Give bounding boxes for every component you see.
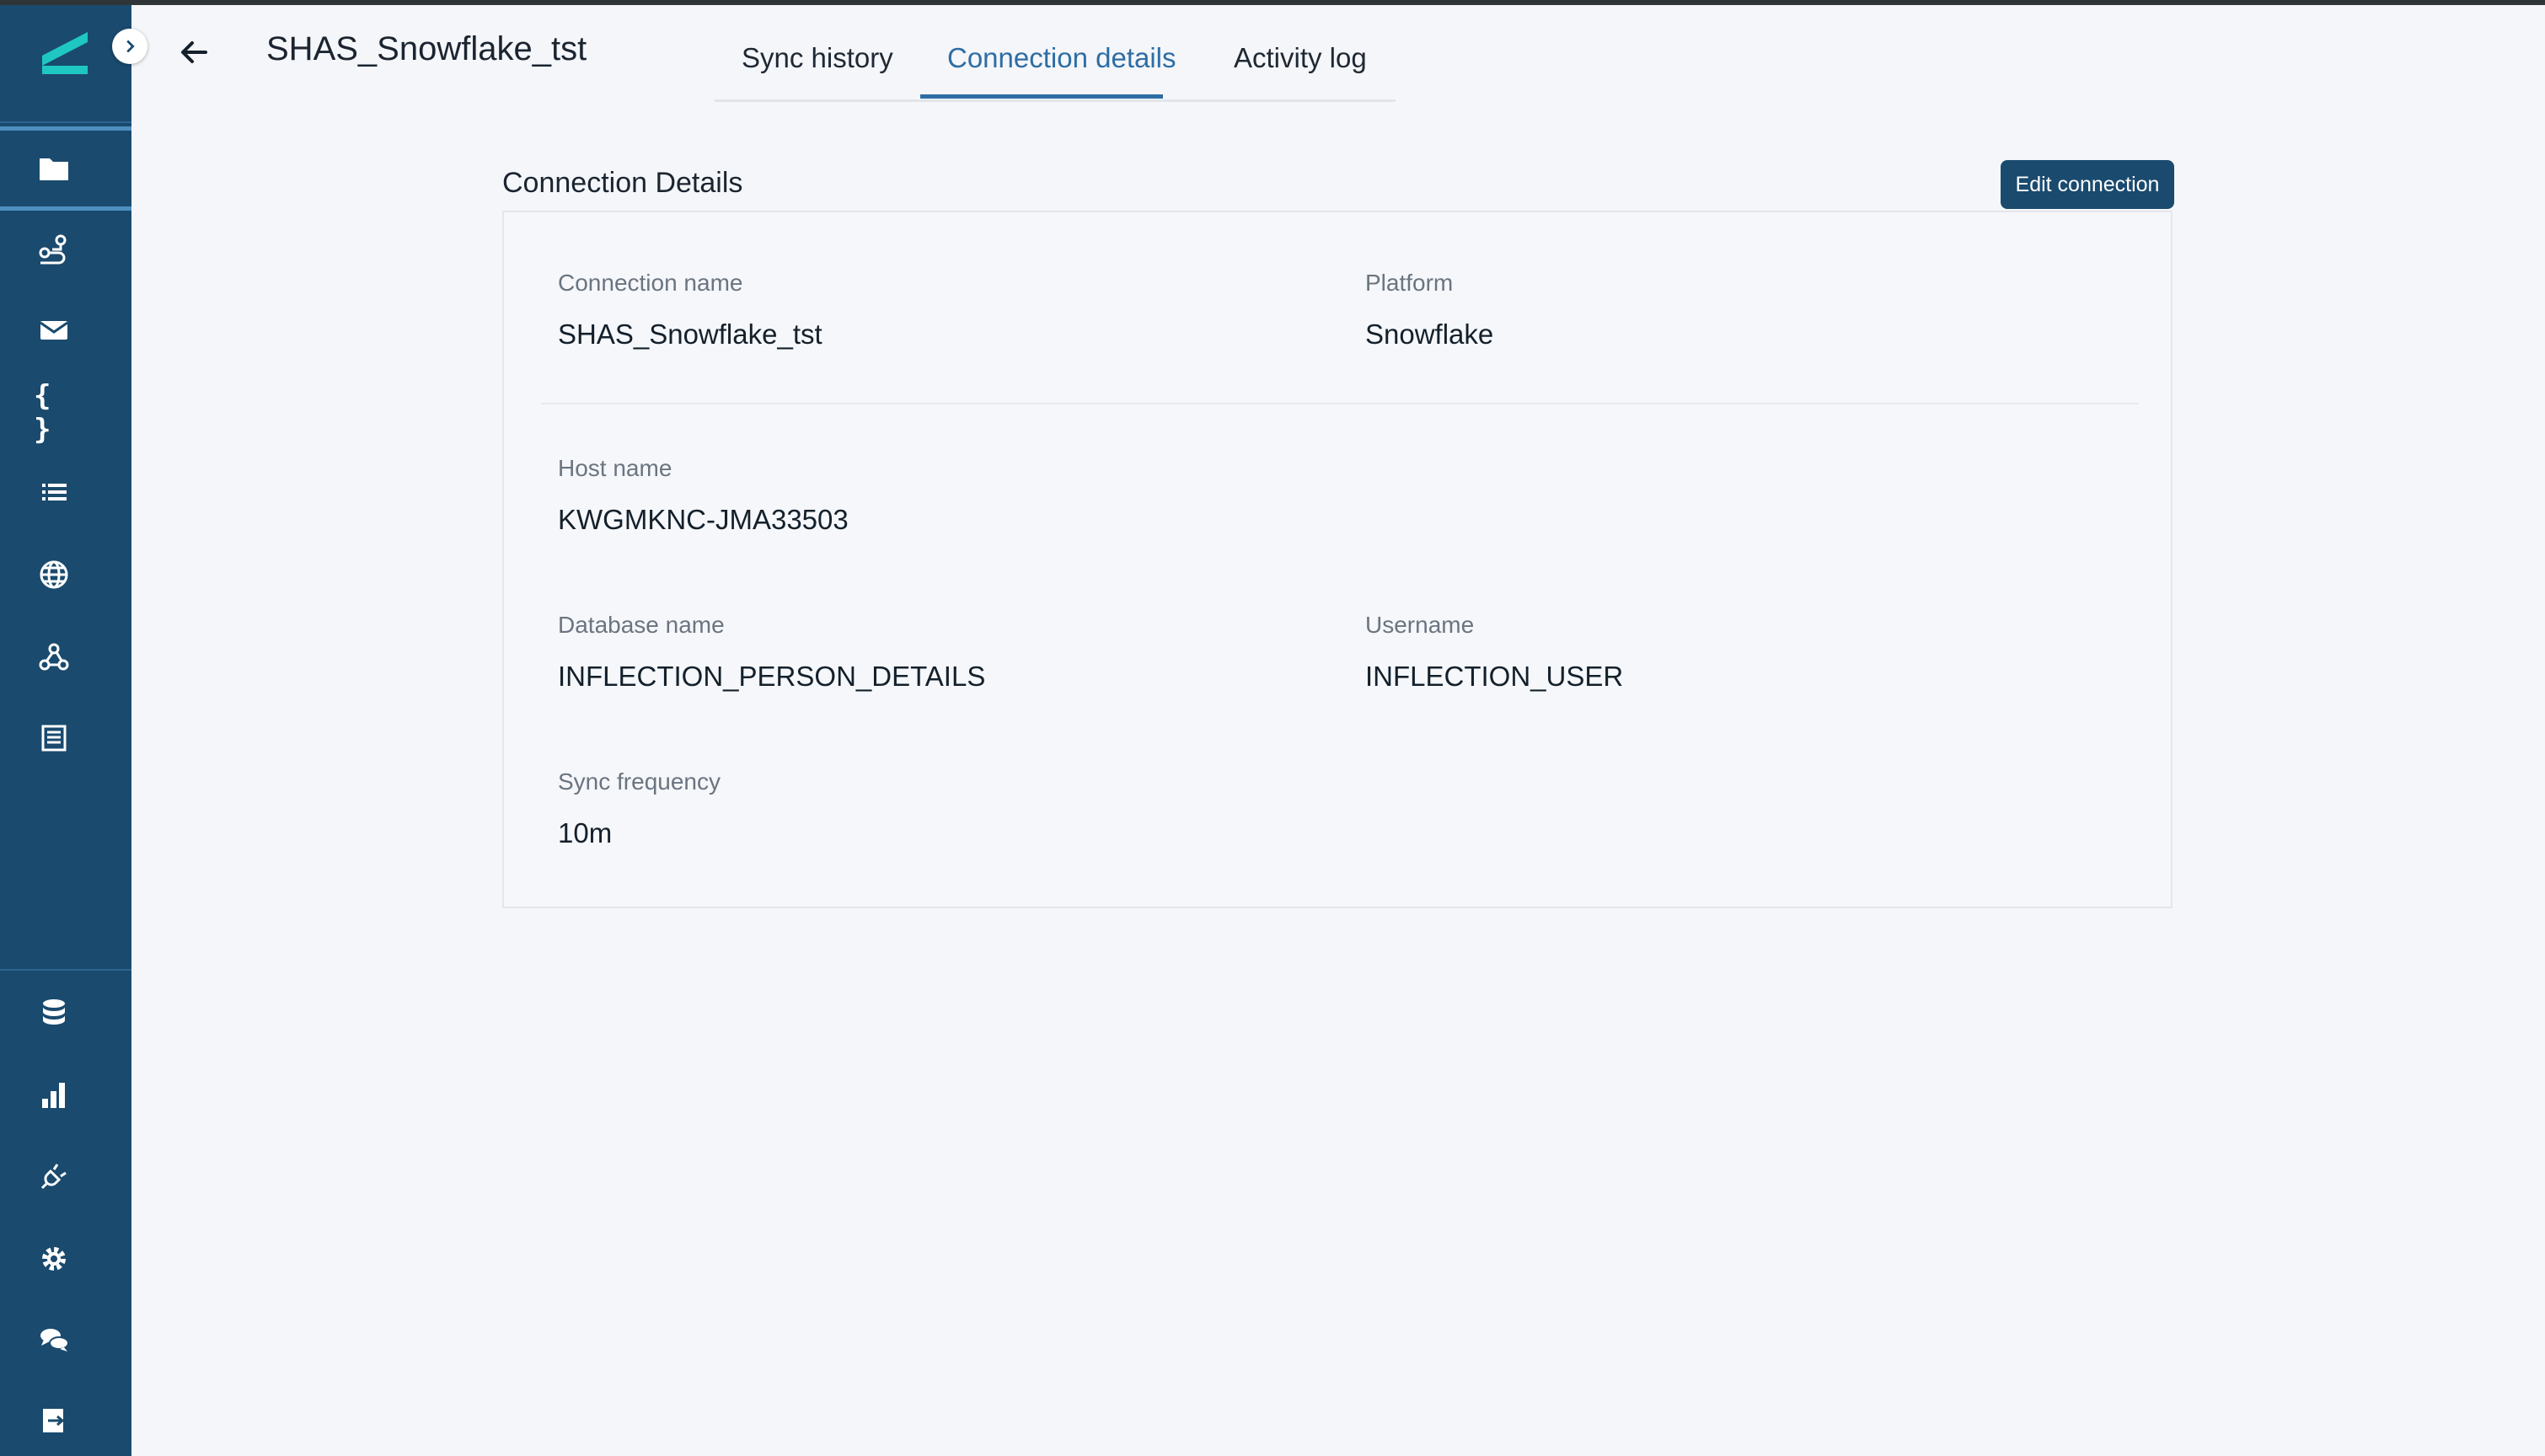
card-divider <box>541 403 2139 404</box>
database-icon[interactable] <box>34 993 74 1033</box>
code-braces-icon[interactable]: { } <box>34 379 74 447</box>
tab-sync-history[interactable]: Sync history <box>742 42 893 91</box>
route-icon[interactable] <box>34 229 74 270</box>
sidebar: { } <box>0 5 131 1456</box>
database-name-label: Database name <box>558 612 725 638</box>
username-label: Username <box>1365 612 1475 638</box>
list-icon[interactable] <box>34 472 74 512</box>
tab-connection-details[interactable]: Connection details <box>947 42 1176 91</box>
connection-details-card: Connection name SHAS_Snowflake_tst Platf… <box>502 211 2173 908</box>
sidebar-divider <box>0 969 131 971</box>
section-title: Connection Details <box>502 167 743 199</box>
plug-icon[interactable] <box>34 1156 74 1196</box>
database-name-value: INFLECTION_PERSON_DETAILS <box>558 661 986 692</box>
logout-icon[interactable] <box>34 1400 74 1441</box>
tab-bar: Sync history Connection details Activity… <box>715 39 1396 102</box>
arrow-left-icon <box>181 41 207 63</box>
edit-connection-button[interactable]: Edit connection <box>2001 160 2174 209</box>
sidebar-expand-button[interactable] <box>112 29 147 64</box>
app-logo[interactable] <box>39 29 93 76</box>
username-value: INFLECTION_USER <box>1365 661 1624 692</box>
platform-label: Platform <box>1365 270 1454 296</box>
window-top-border <box>0 0 2545 5</box>
connection-name-value: SHAS_Snowflake_tst <box>558 318 822 350</box>
gear-icon[interactable] <box>34 1239 74 1279</box>
chevron-right-icon <box>126 40 135 53</box>
back-button[interactable] <box>172 30 216 74</box>
host-name-value: KWGMKNC-JMA33503 <box>558 504 849 535</box>
chat-icon[interactable] <box>34 1320 74 1360</box>
sync-frequency-value: 10m <box>558 817 613 848</box>
webhook-icon[interactable] <box>34 637 74 677</box>
tab-activity-log[interactable]: Activity log <box>1234 42 1367 91</box>
folder-icon[interactable] <box>34 148 74 189</box>
active-tab-indicator <box>920 94 1163 99</box>
platform-value: Snowflake <box>1365 318 1494 350</box>
globe-icon[interactable] <box>34 554 74 595</box>
bar-chart-icon[interactable] <box>34 1075 74 1116</box>
connection-name-label: Connection name <box>558 270 743 296</box>
sync-frequency-label: Sync frequency <box>558 768 721 795</box>
sidebar-divider <box>0 121 131 123</box>
table-icon[interactable] <box>34 718 74 758</box>
page-title: SHAS_Snowflake_tst <box>266 30 587 67</box>
mail-icon[interactable] <box>34 310 74 351</box>
host-name-label: Host name <box>558 455 672 481</box>
